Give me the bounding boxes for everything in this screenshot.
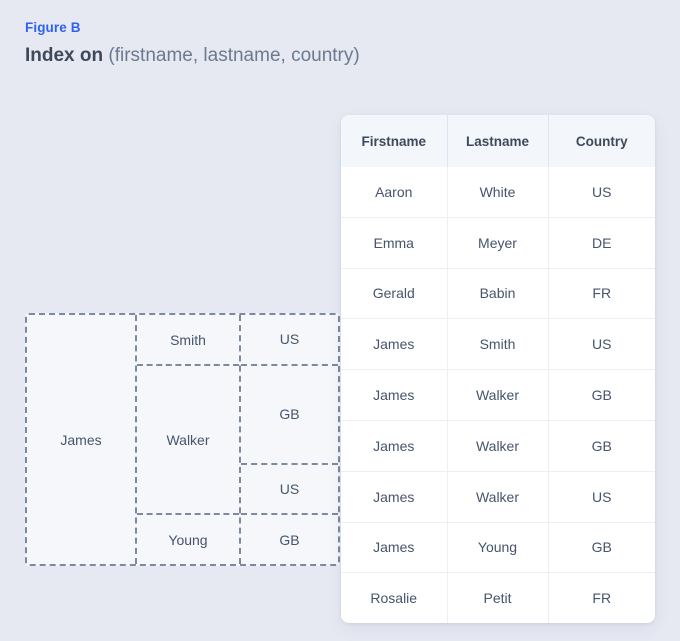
index-lastname-cell: Young	[137, 513, 239, 564]
table-cell-country: GB	[548, 419, 655, 472]
index-lastname-cell: Smith	[170, 331, 206, 348]
table-cell-firstname: Emma	[341, 216, 448, 269]
page-title-columns: (firstname, lastname, country)	[108, 45, 360, 66]
table-row: James Smith US	[341, 318, 655, 370]
index-column-lastname: Smith Walker Young	[135, 315, 239, 564]
rows-table: Firstname Lastname Country Aaron White US Emm…	[341, 115, 655, 624]
index-country-cell: US	[241, 462, 338, 514]
column-header-lastname[interactable]: Lastname	[447, 115, 549, 167]
table-cell-firstname: James	[341, 470, 448, 523]
index-country-cell: GB	[241, 513, 338, 564]
index-country-cell: US	[279, 331, 300, 348]
table-row: Gerald Babin FR	[341, 267, 655, 319]
table-cell-firstname: James	[341, 521, 448, 573]
table-cell-firstname: James	[341, 419, 448, 472]
table-cell-country: US	[548, 470, 655, 523]
index-column-country: US GB US GB	[239, 315, 338, 564]
table-cell-firstname: Gerald	[341, 267, 448, 319]
table-cell-lastname: Walker	[447, 470, 549, 523]
table-cell-lastname: Meyer	[447, 216, 549, 269]
figure-heading: Figure B Index on (firstname, lastname, …	[25, 20, 645, 68]
table-cell-firstname: Aaron	[341, 167, 448, 218]
table-row: James Walker GB	[341, 369, 655, 421]
table-cell-firstname: Rosalie	[341, 572, 448, 624]
table-row: Rosalie Petit FR	[341, 572, 655, 624]
table-cell-firstname: James	[341, 318, 448, 370]
table-cell-lastname: Young	[447, 521, 549, 573]
table-row: Aaron White US	[341, 167, 655, 218]
table-row: Emma Meyer DE	[341, 216, 655, 269]
table-row: James Walker GB	[341, 419, 655, 472]
table-cell-lastname: White	[447, 167, 549, 218]
table-cell-country: GB	[548, 369, 655, 421]
table-cell-lastname: Walker	[447, 369, 549, 421]
page-title-strong: Index on	[25, 45, 104, 66]
table-cell-lastname: Smith	[447, 318, 549, 370]
column-header-country[interactable]: Country	[548, 115, 655, 167]
table-cell-country: GB	[548, 521, 655, 573]
column-header-firstname[interactable]: Firstname	[341, 115, 448, 167]
table-cell-country: US	[548, 318, 655, 370]
table-cell-lastname: Petit	[447, 572, 549, 624]
index-firstname-cell: James	[60, 431, 102, 448]
table-header-row: Firstname Lastname Country	[341, 115, 655, 167]
table-body: Aaron White US Emma Meyer DE Gerald Babin FR Jame…	[341, 167, 655, 624]
figure-label: Figure B	[25, 20, 81, 35]
index-column-firstname: James	[27, 315, 135, 564]
table-cell-country: FR	[548, 572, 655, 624]
rows-table-element: Firstname Lastname Country Aaron White US Emm…	[341, 115, 655, 624]
table-cell-lastname: Babin	[447, 267, 549, 319]
index-diagram: James Smith Walker Young US GB US GB	[25, 313, 340, 566]
page-title: Index on (firstname, lastname, country)	[25, 44, 645, 68]
table-row: James Walker US	[341, 470, 655, 523]
table-cell-country: FR	[548, 267, 655, 319]
table-cell-country: US	[548, 167, 655, 218]
table-cell-lastname: Walker	[447, 419, 549, 472]
index-lastname-cell: Walker	[137, 364, 239, 513]
index-country-cell: GB	[241, 363, 338, 463]
table-cell-country: DE	[548, 216, 655, 269]
table-row: James Young GB	[341, 521, 655, 573]
table-cell-firstname: James	[341, 369, 448, 421]
table-header: Firstname Lastname Country	[341, 115, 655, 167]
